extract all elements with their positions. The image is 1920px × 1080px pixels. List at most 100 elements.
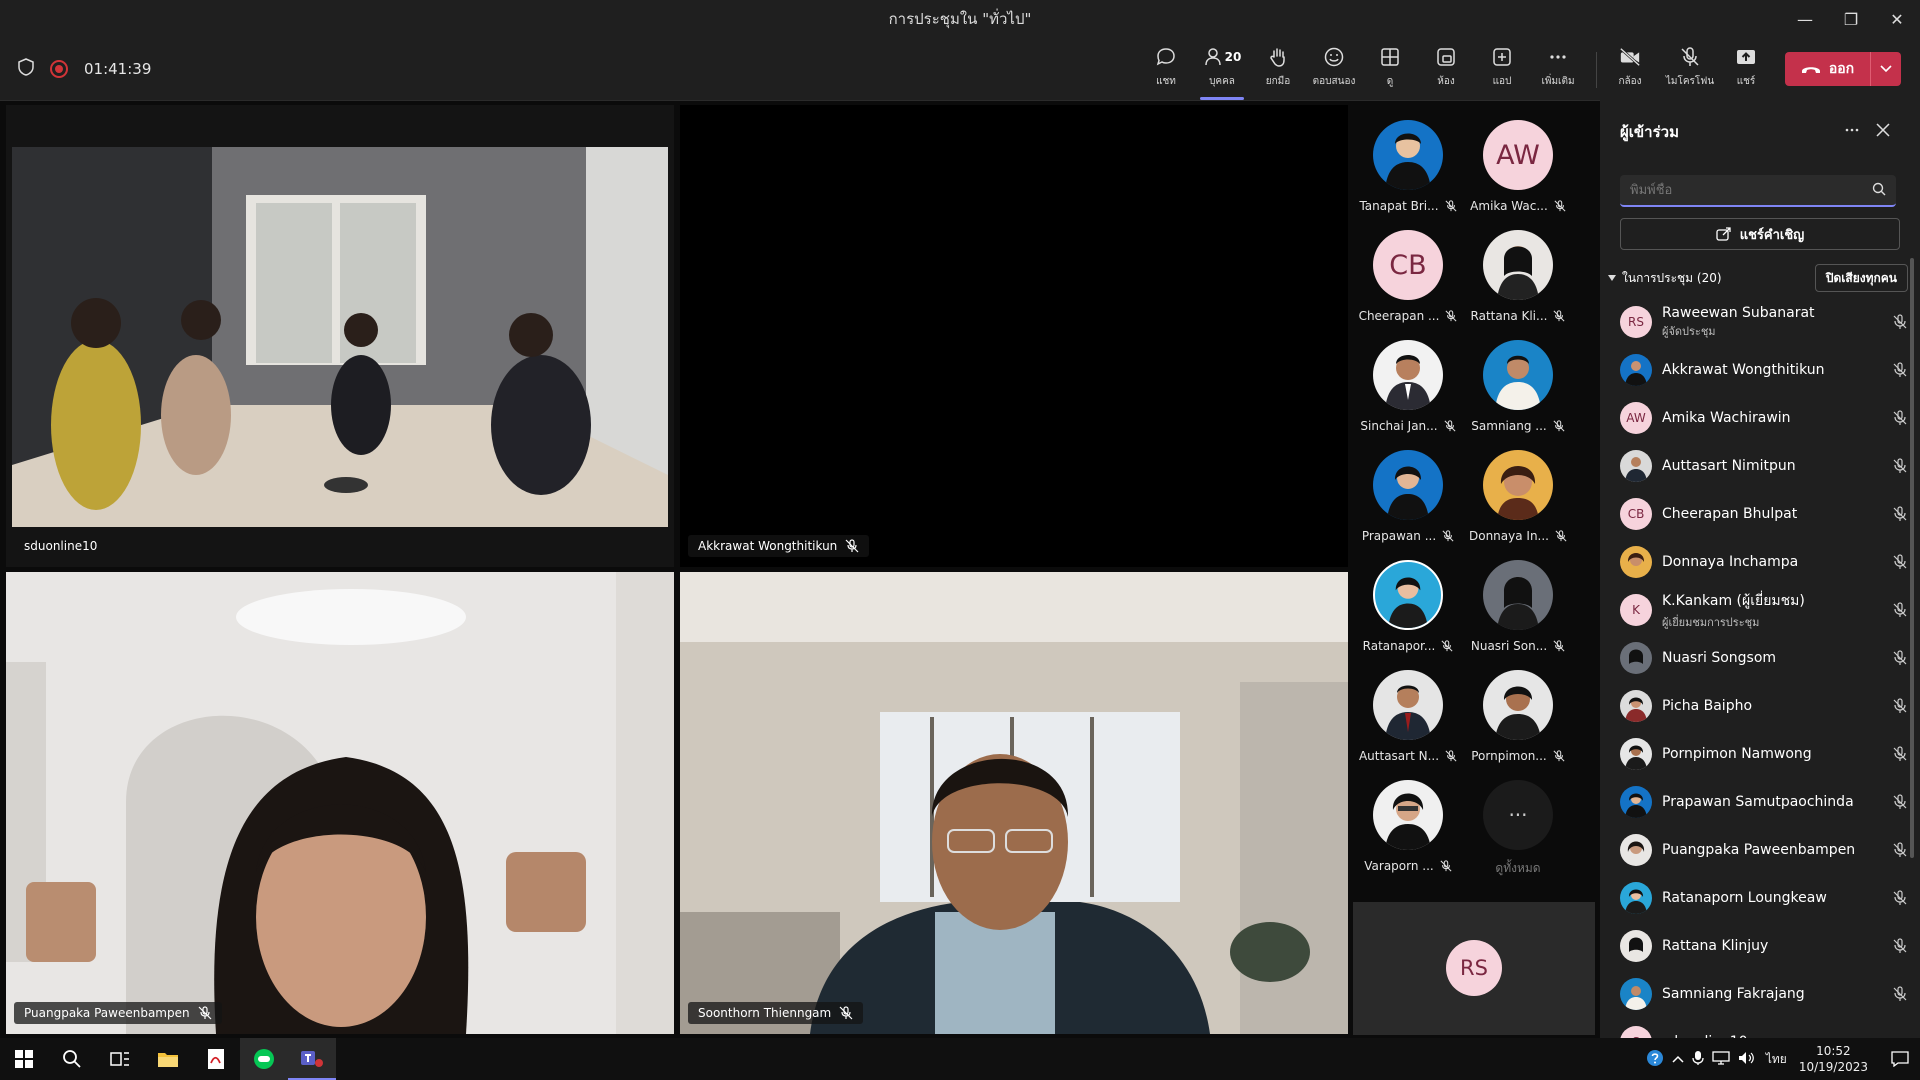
panel-close-icon[interactable] — [1876, 122, 1890, 141]
leave-button[interactable]: ออก — [1785, 52, 1901, 86]
chevron-down-icon — [1880, 65, 1892, 73]
more-button[interactable]: เพิ่มเติม — [1532, 46, 1584, 96]
strip-participant[interactable]: Varaporn ... — [1353, 780, 1463, 880]
participant-row[interactable]: AW Amika Wachirawin — [1620, 396, 1910, 440]
tile-name-label: sduonline10 — [14, 535, 108, 557]
view-icon — [1379, 46, 1401, 68]
strip-participant[interactable]: Rattana Kli... — [1463, 230, 1573, 330]
participant-row[interactable]: Donnaya Inchampa — [1620, 540, 1910, 584]
participant-search[interactable] — [1620, 175, 1896, 207]
start-button[interactable] — [0, 1038, 48, 1080]
participant-row[interactable]: Puangpaka Paweenbampen — [1620, 828, 1910, 872]
video-tile-akkrawat[interactable]: Akkrawat Wongthitikun — [680, 105, 1348, 567]
strip-participant[interactable]: Donnaya In... — [1463, 450, 1573, 550]
strip-participant[interactable]: Prapawan ... — [1353, 450, 1463, 550]
avatar — [1620, 930, 1652, 962]
shield-icon[interactable] — [18, 58, 34, 80]
leave-main[interactable]: ออก — [1785, 58, 1870, 80]
help-icon[interactable] — [1646, 1049, 1664, 1070]
pdf-reader-button[interactable] — [192, 1038, 240, 1080]
video-tile-soonthorn[interactable]: Soonthorn Thienngam — [680, 572, 1348, 1034]
mute-all-button[interactable]: ปิดเสียงทุกคน — [1814, 264, 1908, 292]
people-button[interactable]: 20 บุคคล — [1196, 46, 1248, 100]
strip-participant[interactable]: Nuasri Son... — [1463, 560, 1573, 660]
strip-participant[interactable]: Samniang ... — [1463, 340, 1573, 440]
search-input[interactable] — [1620, 181, 1872, 199]
search-icon[interactable] — [1872, 181, 1886, 200]
chat-button[interactable]: แชท — [1140, 46, 1192, 96]
input-language[interactable]: ไทย — [1766, 1050, 1787, 1069]
participants-panel: ผู้เข้าร่วม แชร์คำเชิญ ในการประชุม (20) … — [1600, 100, 1920, 1038]
rooms-icon — [1435, 46, 1457, 68]
participant-row[interactable]: Nuasri Songsom — [1620, 636, 1910, 680]
strip-participant[interactable]: Sinchai Jan... — [1353, 340, 1463, 440]
mic-muted-icon — [1553, 420, 1565, 432]
participant-name: Picha Baipho — [1662, 698, 1753, 714]
file-explorer-button[interactable] — [144, 1038, 192, 1080]
strip-participant[interactable]: Pornpimon... — [1463, 670, 1573, 770]
participant-row[interactable]: RS Raweewan Subanarat ผู้จัดประชุม — [1620, 300, 1910, 344]
participant-row[interactable]: S sduonline10 — [1620, 1020, 1910, 1038]
raise-hand-button[interactable]: ยกมือ — [1252, 46, 1304, 96]
avatar — [1620, 978, 1652, 1010]
chevron-up-icon[interactable] — [1672, 1052, 1684, 1066]
strip-name-row: Sinchai Jan... — [1353, 419, 1463, 433]
participant-row[interactable]: Prapawan Samutpaochinda — [1620, 780, 1910, 824]
strip-participant[interactable]: AW Amika Wac... — [1463, 120, 1573, 220]
participant-row[interactable]: Samniang Fakrajang — [1620, 972, 1910, 1016]
strip-participant[interactable]: Tanapat Bri... — [1353, 120, 1463, 220]
close-button[interactable]: ✕ — [1874, 0, 1920, 38]
section-label[interactable]: ในการประชุม (20) — [1622, 269, 1722, 288]
maximize-button[interactable]: ❐ — [1828, 0, 1874, 38]
participant-row[interactable]: Auttasart Nimitpun — [1620, 444, 1910, 488]
strip-participant[interactable]: CB Cheerapan ... — [1353, 230, 1463, 330]
avatar — [1620, 546, 1652, 578]
video-tile-sduonline10[interactable]: sduonline10 — [6, 105, 674, 567]
video-tile-puangpaka[interactable]: Puangpaka Paweenbampen — [6, 572, 674, 1034]
clock[interactable]: 10:52 10/19/2023 — [1799, 1043, 1868, 1075]
view-label: ดู — [1386, 76, 1394, 87]
apps-button[interactable]: แอป — [1476, 46, 1528, 96]
panel-more-icon[interactable] — [1844, 122, 1860, 142]
volume-icon[interactable] — [1738, 1051, 1756, 1068]
mic-muted-icon — [1890, 648, 1910, 668]
camera-button[interactable]: กล้อง — [1604, 46, 1656, 96]
view-all-button[interactable]: ··· ดูทั้งหมด — [1463, 780, 1573, 880]
network-icon[interactable] — [1712, 1050, 1730, 1068]
panel-scrollbar[interactable] — [1910, 258, 1914, 858]
minimize-button[interactable]: — — [1782, 0, 1828, 38]
collapse-icon[interactable] — [1608, 271, 1616, 285]
notification-icon[interactable] — [1880, 1051, 1920, 1067]
participant-row[interactable]: K K.Kankam (ผู้เยี่ยมชม) ผู้เยี่ยมชมการปร… — [1620, 588, 1910, 632]
participant-row[interactable]: CB Cheerapan Bhulpat — [1620, 492, 1910, 536]
view-all-label: ดูทั้งหมด — [1495, 861, 1541, 875]
participant-row[interactable]: Rattana Klinjuy — [1620, 924, 1910, 968]
view-button[interactable]: ดู — [1364, 46, 1416, 96]
mic-button[interactable]: ไมโครโฟน — [1662, 46, 1718, 96]
teams-app-button[interactable] — [288, 1038, 336, 1080]
leave-dropdown[interactable] — [1870, 52, 1901, 86]
participant-row[interactable]: Pornpimon Namwong — [1620, 732, 1910, 776]
participant-list: RS Raweewan Subanarat ผู้จัดประชุม Akkraw… — [1600, 300, 1910, 1038]
taskbar-search-button[interactable] — [48, 1038, 96, 1080]
participant-name: K.Kankam (ผู้เยี่ยมชม) — [1662, 592, 1805, 609]
strip-name-row: Amika Wac... — [1463, 199, 1573, 213]
participant-row[interactable]: Akkrawat Wongthitikun — [1620, 348, 1910, 392]
task-view-button[interactable] — [96, 1038, 144, 1080]
microphone-icon[interactable] — [1692, 1050, 1704, 1069]
participant-row[interactable]: Ratanaporn Loungkeaw — [1620, 876, 1910, 920]
rooms-button[interactable]: ห้อง — [1420, 46, 1472, 96]
window-title: การประชุมใน "ทั่วไป" — [888, 10, 1032, 28]
strip-participant[interactable]: Ratanapor... — [1353, 560, 1463, 660]
line-app-button[interactable] — [240, 1038, 288, 1080]
share-invite-button[interactable]: แชร์คำเชิญ — [1620, 218, 1900, 250]
self-view-tile[interactable]: RS — [1353, 902, 1595, 1035]
mic-muted-icon — [1445, 200, 1457, 212]
participant-row[interactable]: Picha Baipho — [1620, 684, 1910, 728]
mic-label: ไมโครโฟน — [1665, 76, 1715, 87]
react-button[interactable]: ตอบสนอง — [1308, 46, 1360, 96]
mic-muted-icon — [845, 539, 859, 553]
strip-participant[interactable]: Auttasart N... — [1353, 670, 1463, 770]
folder-icon — [158, 1053, 178, 1067]
share-button[interactable]: แชร์ — [1720, 46, 1772, 96]
